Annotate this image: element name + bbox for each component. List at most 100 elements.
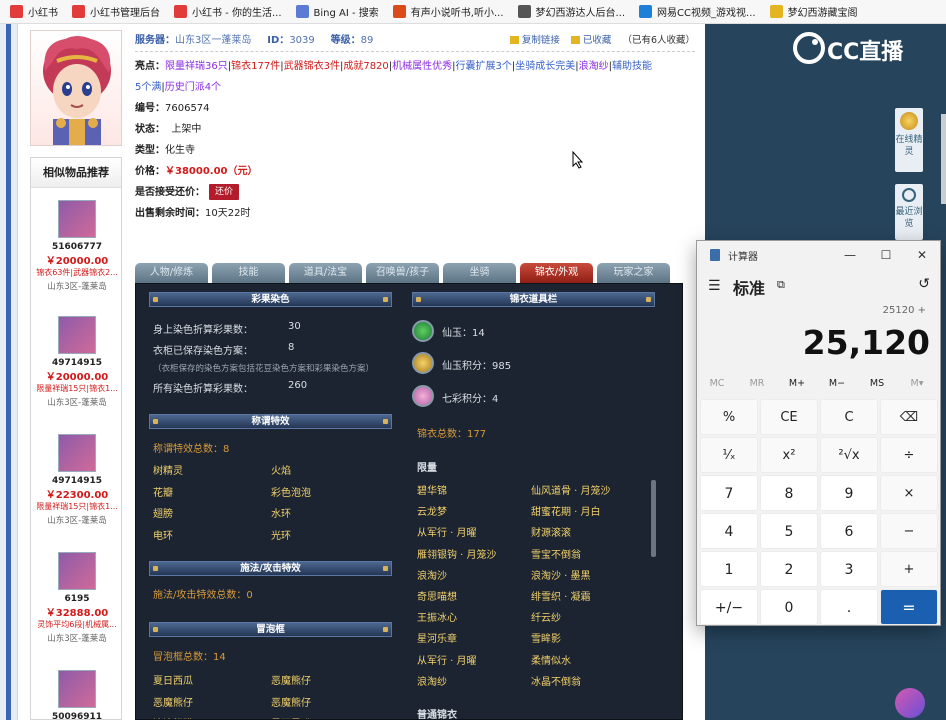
similar-item[interactable]: 51606777 ￥20000.00 锦衣63件|武器锦衣2... 山东3区-蓬… bbox=[31, 200, 123, 292]
type-value: 化生寺 bbox=[165, 145, 195, 156]
type-row: 类型：化生寺 bbox=[135, 140, 695, 161]
minimize-button[interactable]: — bbox=[832, 241, 868, 269]
list-item: 从军行 · 月曜 bbox=[417, 528, 477, 540]
favorite-button[interactable]: 已收藏 bbox=[570, 35, 612, 46]
tab-0[interactable]: 人物/修炼 bbox=[135, 263, 208, 283]
calc-key[interactable]: +∕− bbox=[700, 589, 758, 625]
bookmark-label: Bing AI - 搜索 bbox=[313, 8, 379, 19]
memory-button[interactable]: MC bbox=[697, 378, 737, 394]
normal-outfit-label: 普通锦衣 bbox=[417, 710, 457, 720]
list-item: 恶魔熊仔 bbox=[271, 676, 311, 687]
section-dot bbox=[383, 297, 388, 302]
favorite-label: 已收藏 bbox=[582, 35, 612, 46]
menu-icon[interactable]: ☰ bbox=[708, 278, 721, 294]
highlights-row-2: 5个满|历史门派4个 bbox=[135, 82, 222, 93]
keep-on-top-icon[interactable]: ⧉ bbox=[777, 278, 785, 292]
favorite-count: （已有6人收藏） bbox=[622, 35, 695, 46]
bargain-button[interactable]: 还价 bbox=[209, 184, 240, 200]
bookmark-item[interactable]: Bing AI - 搜索 bbox=[295, 4, 379, 19]
calc-key[interactable]: 3 bbox=[820, 551, 878, 587]
bookmark-item[interactable]: 小红书 bbox=[10, 4, 58, 19]
id-label: ID： bbox=[267, 35, 290, 46]
maximize-button[interactable]: ☐ bbox=[868, 241, 904, 269]
bookmark-item[interactable]: 网易CC视频_游戏视... bbox=[639, 4, 756, 19]
bookmark-item[interactable]: 梦幻西游达人后台... bbox=[517, 4, 626, 19]
calc-key[interactable]: ¹⁄ₓ bbox=[700, 437, 758, 473]
similar-item-price: ￥32888.00 bbox=[45, 608, 109, 619]
memory-button[interactable]: M− bbox=[817, 378, 857, 394]
similar-item[interactable]: 49714915 ￥22300.00 限量祥瑞15只|锦衣1... 山东3区-蓬… bbox=[31, 434, 123, 526]
online-sprite-button[interactable]: 在线精灵 bbox=[895, 108, 923, 172]
similar-item-price: ￥20000.00 bbox=[45, 372, 109, 383]
similar-item-tag: 灵饰平均6段|机械属... bbox=[37, 620, 117, 629]
calc-key[interactable]: ÷ bbox=[880, 437, 938, 473]
calc-key[interactable]: = bbox=[880, 589, 938, 625]
calc-key[interactable]: ⌫ bbox=[880, 399, 938, 435]
bookmark-item[interactable]: 梦幻西游藏宝阁 bbox=[769, 4, 858, 19]
calc-key[interactable]: 5 bbox=[760, 513, 818, 549]
bookmark-item[interactable]: 有声小说听书,听小... bbox=[392, 4, 504, 19]
similar-item-tag: 锦衣63件|武器锦衣2... bbox=[36, 268, 118, 277]
similar-item[interactable]: 50096911 bbox=[31, 670, 123, 720]
limited-scrollbar[interactable] bbox=[651, 480, 656, 557]
time-value: 10天22时 bbox=[205, 208, 251, 219]
tab-2[interactable]: 道具/法宝 bbox=[289, 263, 362, 283]
tab-6[interactable]: 玩家之家 bbox=[597, 263, 670, 283]
copy-link-button[interactable]: 复制链接 bbox=[509, 35, 560, 46]
calc-key[interactable]: 9 bbox=[820, 475, 878, 511]
bookmark-item[interactable]: 小红书 - 你的生活... bbox=[174, 4, 282, 19]
tab-1[interactable]: 技能 bbox=[212, 263, 285, 283]
memory-button[interactable]: MS bbox=[857, 378, 897, 394]
folder-icon bbox=[570, 36, 580, 44]
calc-key[interactable]: % bbox=[700, 399, 758, 435]
assistant-icon[interactable] bbox=[895, 688, 925, 718]
recent-browse-label: 最近浏览 bbox=[895, 207, 923, 229]
calc-key[interactable]: CE bbox=[760, 399, 818, 435]
recent-browse-button[interactable]: 最近浏览 bbox=[895, 184, 923, 240]
server-label: 服务器： bbox=[135, 35, 175, 46]
calc-key[interactable]: 1 bbox=[700, 551, 758, 587]
tab-3[interactable]: 召唤兽/孩子 bbox=[366, 263, 439, 283]
calc-key[interactable]: 8 bbox=[760, 475, 818, 511]
memory-button[interactable]: MR bbox=[737, 378, 777, 394]
time-row: 出售剩余时间：10天22时 bbox=[135, 203, 695, 224]
qicai-points-value: 七彩积分：4 bbox=[442, 394, 499, 405]
calc-key[interactable]: 2 bbox=[760, 551, 818, 587]
tab-5[interactable]: 锦衣/外观 bbox=[520, 263, 593, 283]
calc-key[interactable]: 0 bbox=[760, 589, 818, 625]
list-item: 云龙梦 bbox=[417, 507, 447, 519]
memory-button[interactable]: M+ bbox=[777, 378, 817, 394]
calc-key[interactable]: . bbox=[820, 589, 878, 625]
highlight-item: 限量祥瑞36只 bbox=[165, 61, 228, 72]
calc-key[interactable]: 4 bbox=[700, 513, 758, 549]
calc-key[interactable]: ²√x bbox=[820, 437, 878, 473]
mouse-cursor bbox=[572, 151, 584, 169]
price-value: ￥38000.00（元） bbox=[165, 166, 258, 177]
close-button[interactable]: ✕ bbox=[904, 241, 940, 269]
similar-item-price: ￥22300.00 bbox=[45, 490, 109, 501]
memory-button[interactable]: M▾ bbox=[897, 378, 937, 394]
sidebar-scrollbar[interactable] bbox=[941, 114, 946, 204]
calc-key[interactable]: + bbox=[880, 551, 938, 587]
list-item: 王振冰心 bbox=[417, 613, 457, 625]
cc-icon bbox=[639, 5, 653, 18]
similar-item[interactable]: 6195 ￥32888.00 灵饰平均6段|机械属... 山东3区-蓬莱岛 bbox=[31, 552, 123, 644]
history-icon[interactable]: ↺ bbox=[918, 276, 930, 292]
list-item: 仙风道骨 · 月笼沙 bbox=[531, 486, 611, 497]
calc-key[interactable]: − bbox=[880, 513, 938, 549]
bookmark-item[interactable]: 小红书管理后台 bbox=[72, 4, 160, 19]
similar-item[interactable]: 49714915 ￥20000.00 限量祥瑞15只|锦衣1... 山东3区-蓬… bbox=[31, 316, 123, 408]
online-sprite-label: 在线精灵 bbox=[895, 135, 923, 157]
calc-key[interactable]: 6 bbox=[820, 513, 878, 549]
calc-key[interactable]: × bbox=[880, 475, 938, 511]
clock-icon bbox=[902, 188, 916, 202]
section-dot bbox=[153, 297, 158, 302]
tab-4[interactable]: 坐骑 bbox=[443, 263, 516, 283]
bookmark-label: 梦幻西游达人后台... bbox=[535, 8, 626, 19]
xianyu-icon bbox=[412, 320, 434, 342]
calc-key[interactable]: 7 bbox=[700, 475, 758, 511]
calc-key[interactable]: C bbox=[820, 399, 878, 435]
calc-key[interactable]: x² bbox=[760, 437, 818, 473]
calculator-title: 计算器 bbox=[728, 251, 758, 263]
id-value: 3039 bbox=[289, 35, 315, 46]
